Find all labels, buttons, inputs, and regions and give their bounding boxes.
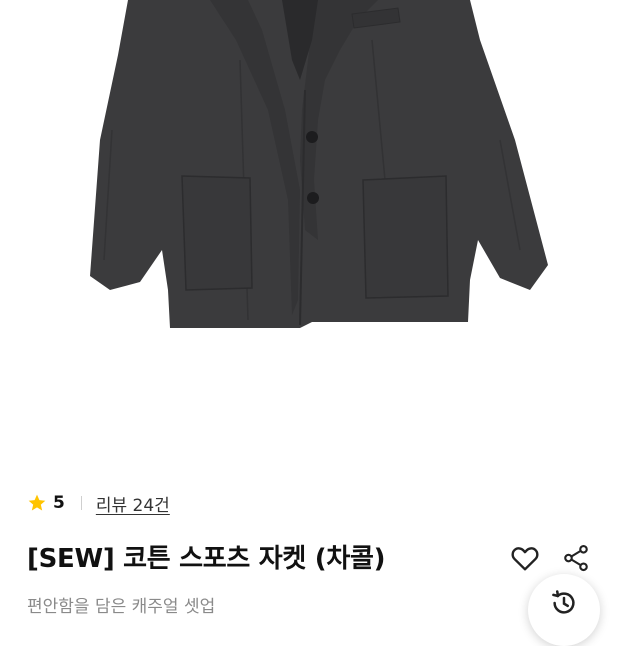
rating-divider (80, 496, 82, 510)
share-icon (564, 544, 588, 572)
star-icon (27, 493, 47, 513)
product-title: [SEW] 코튼 스포츠 자켓 (차콜) (27, 544, 386, 574)
history-icon (552, 590, 575, 614)
rating-value: 5 (53, 493, 65, 513)
rating-row: 5 리뷰 24건 (27, 490, 170, 516)
product-image (0, 0, 620, 470)
like-button[interactable] (506, 540, 544, 576)
review-count-link[interactable]: 리뷰 24건 (96, 491, 170, 516)
jacket-illustration (90, 0, 548, 328)
product-subtitle: 편안함을 담은 캐주얼 셋업 (27, 597, 216, 617)
recent-history-button[interactable] (528, 574, 600, 646)
share-button[interactable] (558, 540, 594, 576)
heart-icon (511, 547, 539, 571)
